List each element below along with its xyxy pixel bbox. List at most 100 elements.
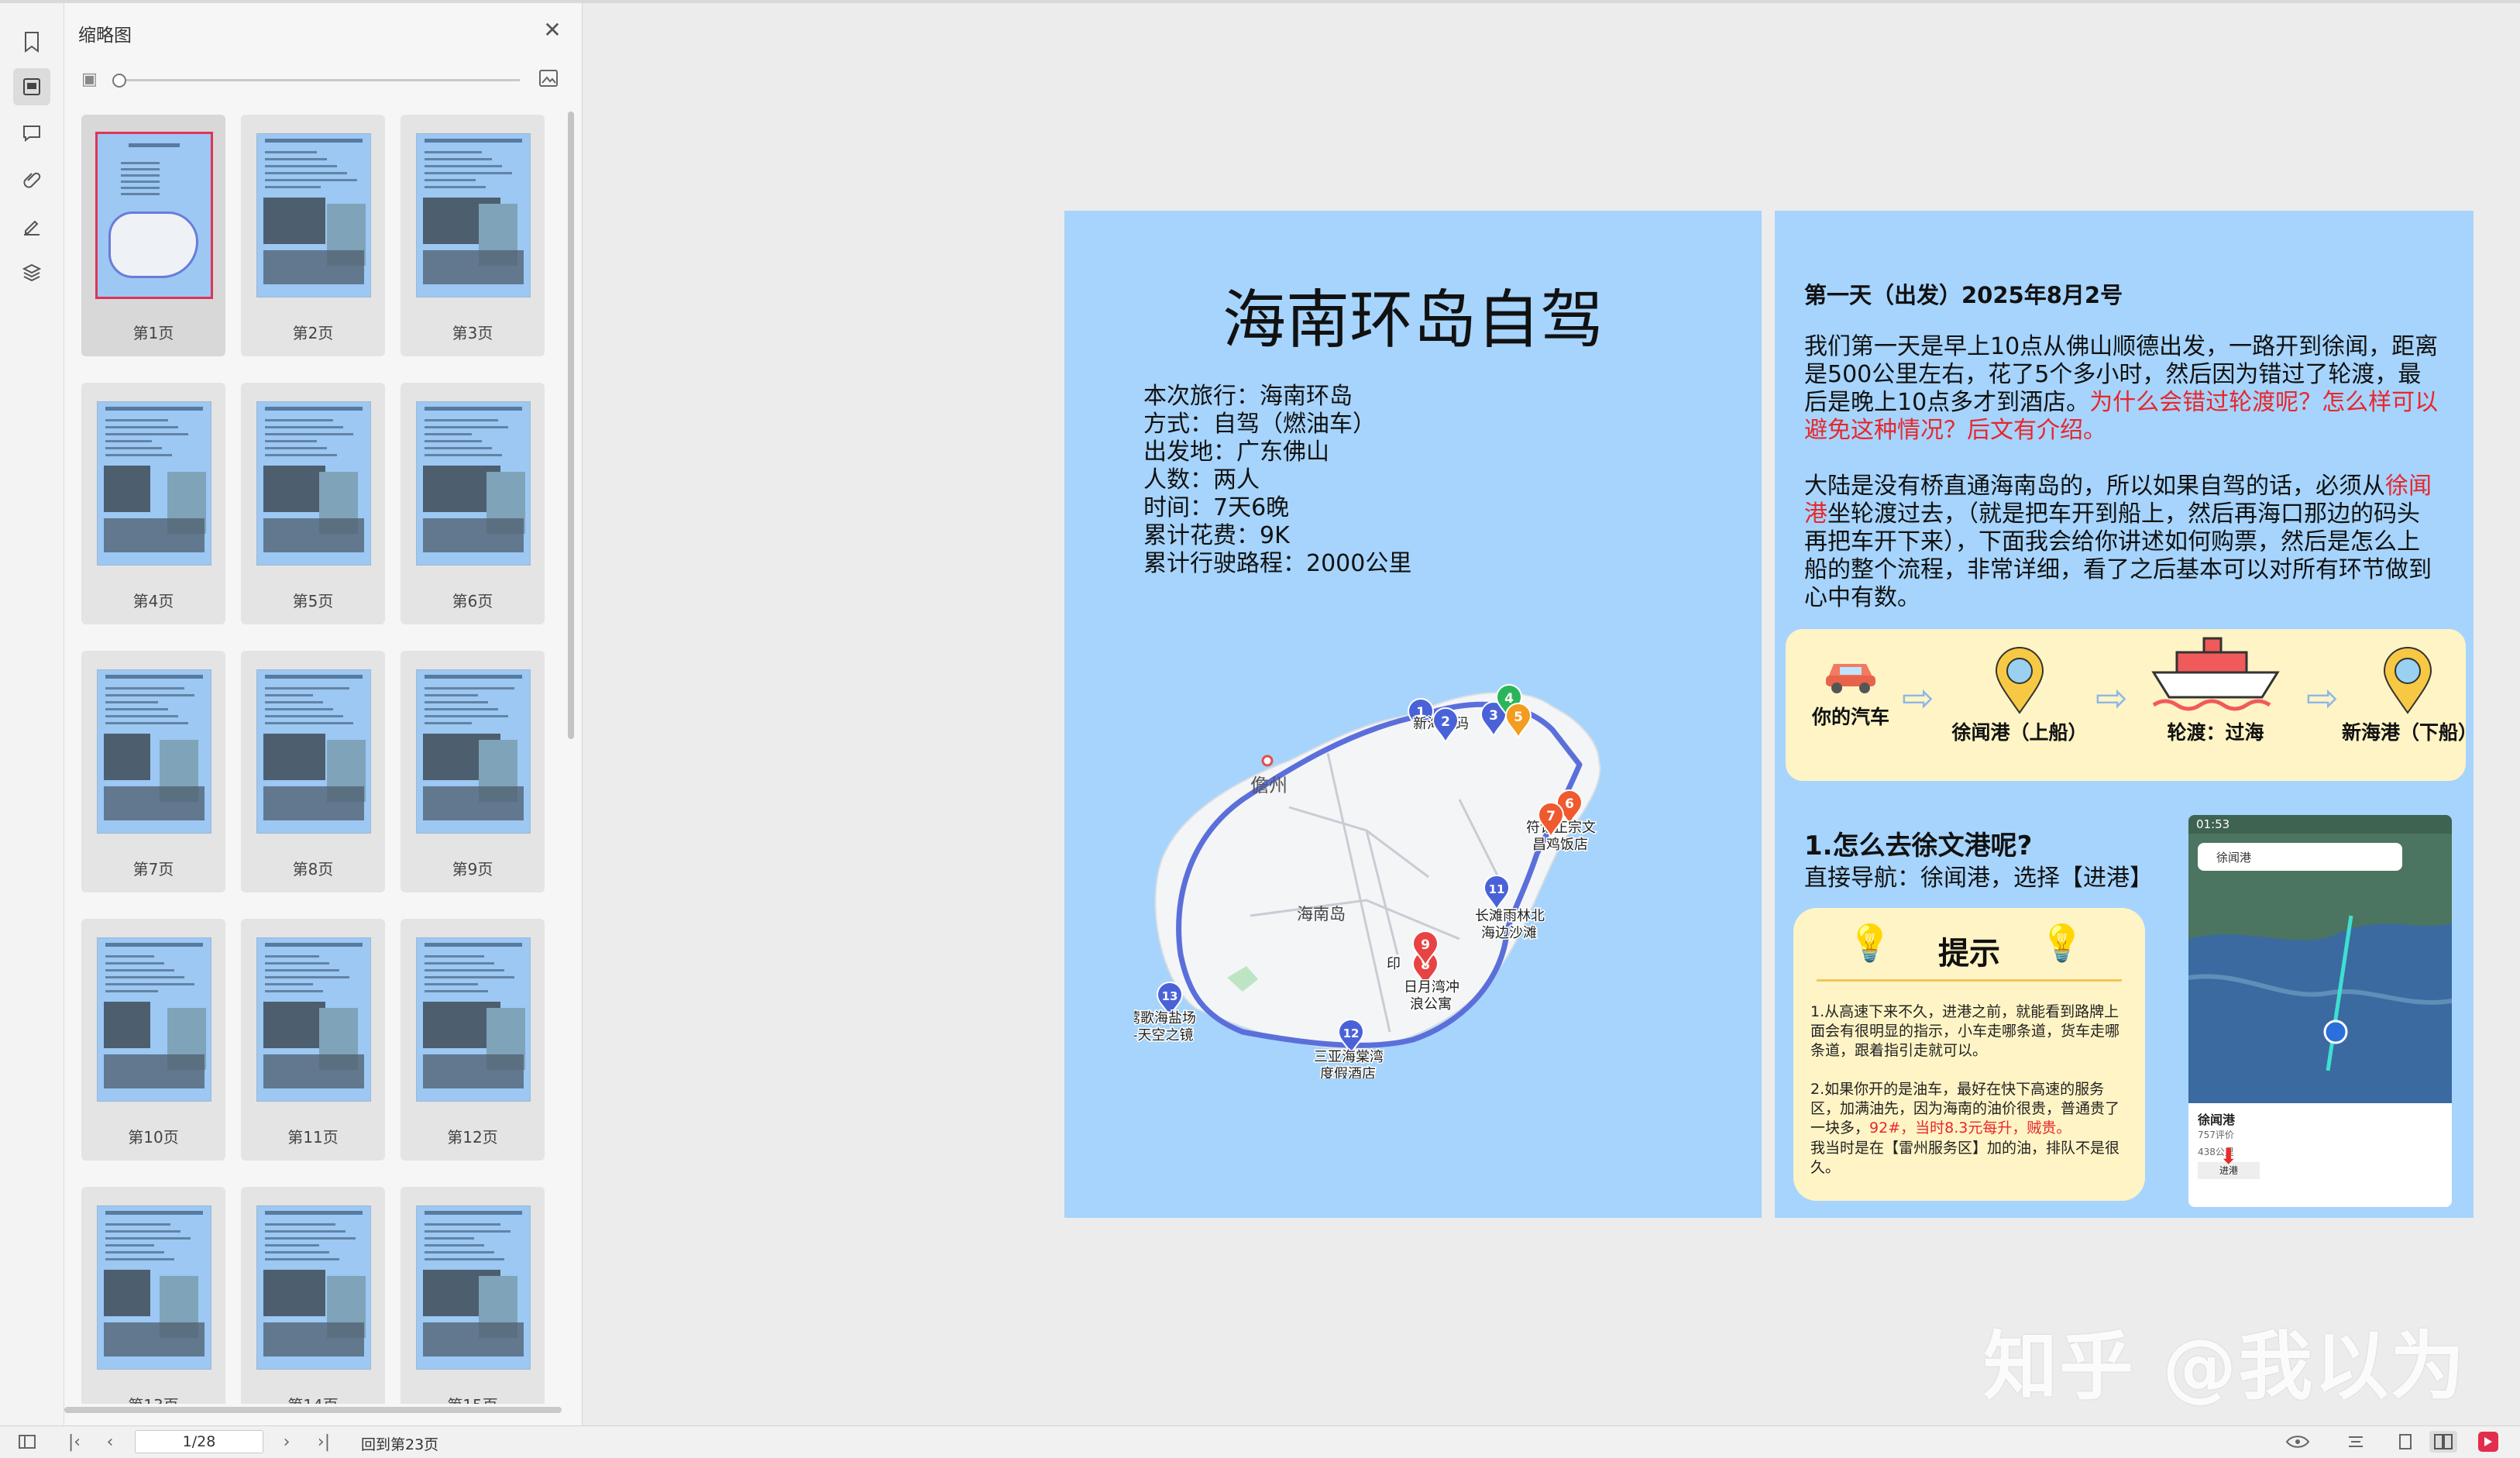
paragraph-1: 我们第一天是早上10点从佛山顺德出发，一路开到徐闻，距离是500公里左右，花了5… <box>1804 333 2439 445</box>
sidebar-toggle-icon[interactable] <box>15 1431 39 1453</box>
thumbnail-label: 第15页 <box>401 1393 545 1404</box>
last-page-icon[interactable]: ›| <box>313 1431 335 1453</box>
thumbnail-page[interactable]: 第2页 <box>241 115 385 356</box>
city-label: 儋州 <box>1250 775 1288 796</box>
tip-title: 提示 <box>1938 936 2000 971</box>
slider-handle[interactable] <box>112 74 126 88</box>
location-pin-icon <box>1995 647 2044 714</box>
ferry-flow: 你的汽车 ⇨ 徐闻港（上船） ⇨ 轮渡：过海 ⇨ 新海港（下船） <box>1786 629 2477 781</box>
thumbnail-preview <box>256 1205 371 1370</box>
day-title: 第一天（出发）2025年8月2号 <box>1804 282 2123 308</box>
map-place-label: 印 <box>1387 956 1401 972</box>
bottom-toolbar: |‹ ‹ 1/28 › ›| 回到第23页 <box>0 1425 2520 1458</box>
map-pin-number: 6 <box>1565 796 1574 812</box>
paragraph-2-text-b: 坐轮渡过去，（就是把车开到船上，然后再海口那边的码头再把车开下来），下面我会给你… <box>1804 500 2432 611</box>
attachment-icon[interactable] <box>13 161 50 198</box>
page-number-input[interactable]: 1/28 <box>135 1430 263 1453</box>
map-place-label: 符记正宗文昌鸡饭店 <box>1526 820 1596 853</box>
thumbnail-page[interactable]: 第4页 <box>81 383 225 624</box>
thumbnail-page[interactable]: 第3页 <box>401 115 545 356</box>
thumbnail-page[interactable]: 第9页 <box>401 651 545 892</box>
thumbnail-label: 第7页 <box>132 860 174 879</box>
map-place-label: 长滩雨林北海边沙滩 <box>1475 908 1545 941</box>
thumbnail-icon[interactable] <box>13 68 50 105</box>
phone-search-text: 徐闻港 <box>2216 851 2252 865</box>
horizontal-scrollbar[interactable] <box>64 1407 562 1413</box>
trip-info-line: 累计行驶路程：2000公里 <box>1143 550 1412 577</box>
trip-info: 本次旅行：海南环岛 方式：自驾（燃油车） 出发地：广东佛山 人数：两人 时间：7天6晚累… <box>1143 383 1411 578</box>
document-page-2: 第一天（出发）2025年8月2号 我们第一天是早上10点从佛山顺德出发，一路开到… <box>1775 211 2477 1218</box>
layers-icon[interactable] <box>13 254 50 291</box>
thumbnail-preview <box>97 1205 211 1370</box>
fit-width-icon[interactable] <box>2344 1431 2367 1453</box>
phone-screenshot: 01:53 徐闻港 徐闻港 757评价 438公里 进港 ⬇ <box>2188 815 2452 1207</box>
flow-step-port-down: 新海港（下船） <box>2342 645 2477 745</box>
thumbnail-label: 第14页 <box>241 1393 385 1404</box>
back-to-page-link[interactable]: 回到第23页 <box>361 1433 438 1454</box>
flow-step-ferry: 轮渡：过海 <box>2142 634 2289 745</box>
single-page-icon[interactable] <box>2394 1431 2417 1453</box>
thumbnail-preview <box>416 669 531 834</box>
paragraph-2: 大陆是没有桥直通海南岛的，所以如果自驾的话，必须从徐闻港坐轮渡过去，（就是把车开… <box>1804 473 2439 612</box>
flow-step-car: 你的汽车 <box>1804 645 1897 730</box>
signature-icon[interactable] <box>13 208 50 245</box>
car-icon <box>1826 664 1875 693</box>
two-page-icon[interactable] <box>2429 1431 2457 1453</box>
thumbnail-label: 第4页 <box>132 592 174 610</box>
phone-place-card: 徐闻港 757评价 438公里 进港 ⬇ <box>2188 1103 2452 1207</box>
thumbnail-label: 第10页 <box>128 1128 179 1147</box>
thumbnail-page[interactable]: 第12页 <box>401 919 545 1161</box>
thumbnail-page[interactable]: 第7页 <box>81 651 225 892</box>
map-pin-number: 11 <box>1489 882 1505 896</box>
location-pin-icon <box>2383 647 2432 714</box>
trip-info-line: 时间：7天6晚 <box>1143 494 1290 521</box>
trip-info-line: 方式：自驾（燃油车） <box>1143 411 1376 438</box>
sidebar-rail <box>0 3 64 1425</box>
arrow-right-icon: ⇨ <box>2095 676 2128 720</box>
app-logo-icon[interactable] <box>2476 1431 2501 1453</box>
phone-rating: 757评价 <box>2198 1130 2234 1140</box>
arrow-right-icon: ⇨ <box>2306 676 2339 720</box>
thumbnail-label: 第13页 <box>81 1393 225 1404</box>
zoom-in-icon[interactable] <box>538 68 559 94</box>
map-pin-number: 7 <box>1546 809 1556 824</box>
flow-step-port-up: 徐闻港（上船） <box>1950 645 2089 745</box>
phone-place-name: 徐闻港 <box>2198 1112 2236 1127</box>
thumbnail-label: 第6页 <box>452 592 493 610</box>
thumbnail-page[interactable]: 第5页 <box>241 383 385 624</box>
thumbnail-preview <box>416 937 531 1102</box>
thumbnail-size-slider[interactable] <box>117 79 520 81</box>
thumbnail-page[interactable]: 第6页 <box>401 383 545 624</box>
page-title: 海南环岛自驾 <box>1222 284 1604 357</box>
tip-box: 💡 提示 💡 1.从高速下来不久，进港之前，就能看到路牌上面会有很明显的指示，小… <box>1793 908 2145 1201</box>
map-pin-number: 3 <box>1489 708 1498 724</box>
close-icon[interactable]: ✕ <box>538 15 566 43</box>
thumbnail-page[interactable]: 第14页 <box>241 1187 385 1404</box>
trip-info-line: 人数：两人 <box>1143 466 1260 493</box>
thumbnail-page[interactable]: 第10页 <box>81 919 225 1161</box>
comment-icon[interactable] <box>13 115 50 152</box>
thumbnail-page[interactable]: 第1页 <box>81 115 225 356</box>
tip-divider <box>1817 979 2122 982</box>
bookmark-icon[interactable] <box>13 23 50 60</box>
thumbnail-page[interactable]: 第8页 <box>241 651 385 892</box>
thumbnail-label: 第3页 <box>452 324 493 342</box>
paragraph-2-text-a: 大陆是没有桥直通海南岛的，所以如果自驾的话，必须从 <box>1804 473 2385 500</box>
vertical-scrollbar[interactable] <box>568 112 574 739</box>
thumbnail-preview <box>97 669 211 834</box>
thumbnail-page[interactable]: 第11页 <box>241 919 385 1161</box>
prev-page-icon[interactable]: ‹ <box>99 1431 121 1453</box>
thumbnail-page[interactable]: 第13页 <box>81 1187 225 1404</box>
thumbnail-label: 第9页 <box>452 860 493 879</box>
first-page-icon[interactable]: |‹ <box>64 1431 85 1453</box>
eye-view-icon[interactable] <box>2281 1431 2315 1453</box>
thumbnail-preview <box>416 133 531 297</box>
thumbnail-preview <box>97 937 211 1102</box>
tip-text-1: 1.从高速下来不久，进港之前，就能看到路牌上面会有很明显的指示，小车走哪条道，货… <box>1810 1003 2120 1059</box>
zoom-out-icon[interactable]: ▣ <box>81 70 98 89</box>
thumbnail-preview <box>256 401 371 566</box>
thumbnail-preview <box>256 669 371 834</box>
thumbnail-page[interactable]: 第15页 <box>401 1187 545 1404</box>
thumbnail-preview <box>256 937 371 1102</box>
next-page-icon[interactable]: › <box>276 1431 297 1453</box>
